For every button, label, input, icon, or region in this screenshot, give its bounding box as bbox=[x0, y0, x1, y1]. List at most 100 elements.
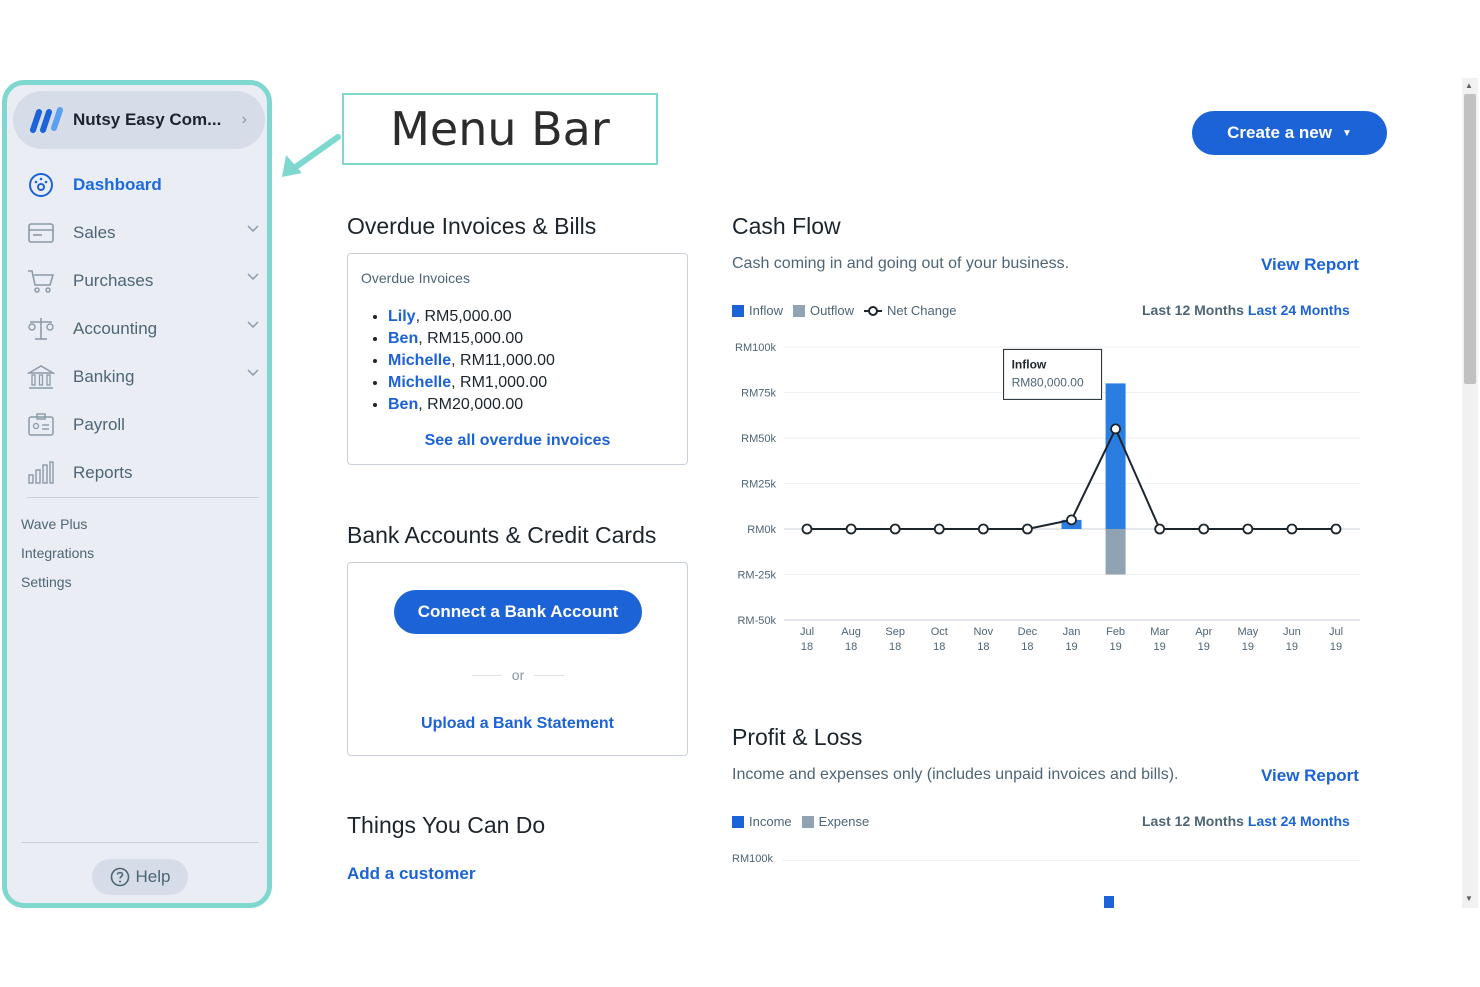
list-item: Ben, RM15,000.00 bbox=[388, 328, 555, 350]
overdue-title: Overdue Invoices & Bills bbox=[347, 213, 597, 239]
help-label: Help bbox=[135, 867, 171, 886]
x-tick-label: Dec bbox=[1018, 626, 1038, 638]
x-tick-label: 18 bbox=[889, 641, 901, 653]
x-tick-label: Jun bbox=[1283, 626, 1301, 638]
business-switcher[interactable]: Nutsy Easy Com... › bbox=[13, 91, 265, 149]
sidebar-link-wave-plus[interactable]: Wave Plus bbox=[21, 516, 87, 532]
sidebar-item-accounting[interactable]: Accounting bbox=[27, 309, 259, 349]
y-tick-label: RM-25k bbox=[737, 570, 776, 582]
sidebar-item-label: Sales bbox=[73, 223, 116, 242]
things-title: Things You Can Do bbox=[347, 812, 546, 838]
pl-income-bar bbox=[1104, 896, 1114, 908]
x-tick-label: 19 bbox=[1330, 641, 1342, 653]
net-change-point bbox=[1022, 523, 1033, 535]
invoice-amount: , RM20,000.00 bbox=[418, 396, 524, 413]
sidebar-link-integrations[interactable]: Integrations bbox=[21, 545, 94, 561]
chevron-down-icon bbox=[247, 273, 259, 281]
outflow-bar bbox=[1105, 529, 1126, 575]
overdue-card: Overdue Invoices Lily, RM5,000.00 Ben, R… bbox=[347, 253, 688, 465]
sidebar-link-settings[interactable]: Settings bbox=[21, 574, 72, 590]
inflow-bar bbox=[1105, 383, 1126, 529]
period-24-months-link[interactable]: Last 24 Months bbox=[1248, 813, 1350, 829]
legend-inflow[interactable]: Inflow bbox=[732, 303, 783, 318]
sales-icon bbox=[27, 219, 55, 247]
net-change-point bbox=[889, 523, 901, 535]
customer-link[interactable]: Michelle bbox=[388, 374, 451, 391]
period-current: Last 12 Months bbox=[1142, 813, 1244, 829]
sidebar-item-label: Dashboard bbox=[73, 175, 162, 194]
list-item: Lily, RM5,000.00 bbox=[388, 306, 555, 328]
business-name: Nutsy Easy Com... bbox=[73, 110, 222, 129]
or-label: or bbox=[511, 667, 525, 683]
net-change-point bbox=[1110, 423, 1121, 435]
x-tick-label: 18 bbox=[977, 641, 989, 653]
scrollbar[interactable]: ▲ ▼ bbox=[1462, 78, 1478, 908]
x-tick-label: 18 bbox=[801, 641, 813, 653]
legend-expense[interactable]: Expense bbox=[801, 814, 869, 829]
pl-gridline bbox=[782, 860, 1360, 861]
sidebar-item-label: Payroll bbox=[73, 415, 125, 434]
or-divider: or bbox=[472, 667, 565, 683]
legend-net-change[interactable]: Net Change bbox=[864, 303, 956, 318]
chevron-down-icon bbox=[247, 225, 259, 233]
help-button[interactable]: Help bbox=[92, 859, 188, 895]
customer-link[interactable]: Michelle bbox=[388, 352, 451, 369]
x-tick-label: Jul bbox=[800, 626, 814, 638]
see-all-overdue-link[interactable]: See all overdue invoices bbox=[348, 432, 687, 450]
sidebar-item-banking[interactable]: Banking bbox=[27, 357, 259, 397]
overdue-list: Lily, RM5,000.00 Ben, RM15,000.00 Michel… bbox=[388, 306, 555, 416]
y-tick-label: RM75k bbox=[741, 388, 776, 400]
help-icon bbox=[110, 867, 129, 887]
x-tick-label: 19 bbox=[1154, 641, 1166, 653]
annotation-label: Menu Bar bbox=[342, 93, 658, 165]
legend-outflow[interactable]: Outflow bbox=[792, 303, 854, 318]
list-item: Michelle, RM11,000.00 bbox=[388, 350, 555, 372]
list-item: Ben, RM20,000.00 bbox=[388, 394, 555, 416]
x-tick-label: Jan bbox=[1063, 626, 1081, 638]
caret-down-icon: ▼ bbox=[1341, 127, 1352, 139]
sidebar-item-sales[interactable]: Sales bbox=[27, 213, 259, 253]
pl-view-report-link[interactable]: View Report bbox=[1261, 766, 1359, 786]
annotation-arrow-icon bbox=[282, 134, 341, 177]
bank-icon bbox=[27, 363, 55, 391]
sidebar-item-dashboard[interactable]: Dashboard bbox=[27, 165, 259, 205]
sidebar-divider bbox=[27, 497, 259, 498]
net-change-point bbox=[801, 523, 813, 535]
invoice-amount: , RM5,000.00 bbox=[415, 308, 512, 325]
net-change-point bbox=[1286, 523, 1298, 535]
customer-link[interactable]: Ben bbox=[388, 330, 418, 347]
net-change-point bbox=[977, 523, 989, 535]
invoice-amount: , RM15,000.00 bbox=[418, 330, 524, 347]
net-change-point bbox=[1330, 523, 1342, 535]
cashflow-title: Cash Flow bbox=[732, 213, 841, 239]
y-tick-label: RM50k bbox=[741, 433, 776, 445]
sidebar-item-label: Accounting bbox=[73, 319, 158, 338]
add-customer-link[interactable]: Add a customer bbox=[347, 864, 475, 884]
net-change-point bbox=[845, 523, 857, 535]
scroll-up-icon[interactable]: ▲ bbox=[1465, 81, 1473, 90]
scroll-down-icon[interactable]: ▼ bbox=[1465, 894, 1473, 903]
period-24-months-link[interactable]: Last 24 Months bbox=[1248, 302, 1350, 318]
scrollbar-thumb[interactable] bbox=[1464, 94, 1476, 384]
customer-link[interactable]: Ben bbox=[388, 396, 418, 413]
x-tick-label: Feb bbox=[1106, 626, 1125, 638]
cashflow-subtitle: Cash coming in and going out of your bus… bbox=[732, 255, 1070, 272]
sidebar-item-payroll[interactable]: Payroll bbox=[27, 405, 259, 445]
cashflow-legend: Inflow Outflow Net Change bbox=[732, 303, 966, 318]
pl-period: Last 12 Months Last 24 Months bbox=[1142, 813, 1350, 829]
legend-income[interactable]: Income bbox=[732, 814, 792, 829]
connect-bank-button[interactable]: Connect a Bank Account bbox=[394, 590, 642, 634]
bank-title: Bank Accounts & Credit Cards bbox=[347, 522, 657, 548]
cart-icon bbox=[27, 267, 55, 295]
x-tick-label: Jul bbox=[1329, 626, 1343, 638]
sidebar-item-reports[interactable]: Reports bbox=[27, 453, 259, 493]
payroll-icon bbox=[27, 411, 55, 439]
x-tick-label: Oct bbox=[931, 626, 948, 638]
chevron-down-icon bbox=[247, 369, 259, 377]
sidebar-item-purchases[interactable]: Purchases bbox=[27, 261, 259, 301]
upload-statement-link[interactable]: Upload a Bank Statement bbox=[348, 715, 687, 733]
tooltip-value: RM80,000.00 bbox=[1012, 375, 1084, 389]
customer-link[interactable]: Lily bbox=[388, 308, 416, 325]
create-new-button[interactable]: Create a new ▼ bbox=[1192, 111, 1387, 155]
cashflow-view-report-link[interactable]: View Report bbox=[1261, 255, 1359, 275]
